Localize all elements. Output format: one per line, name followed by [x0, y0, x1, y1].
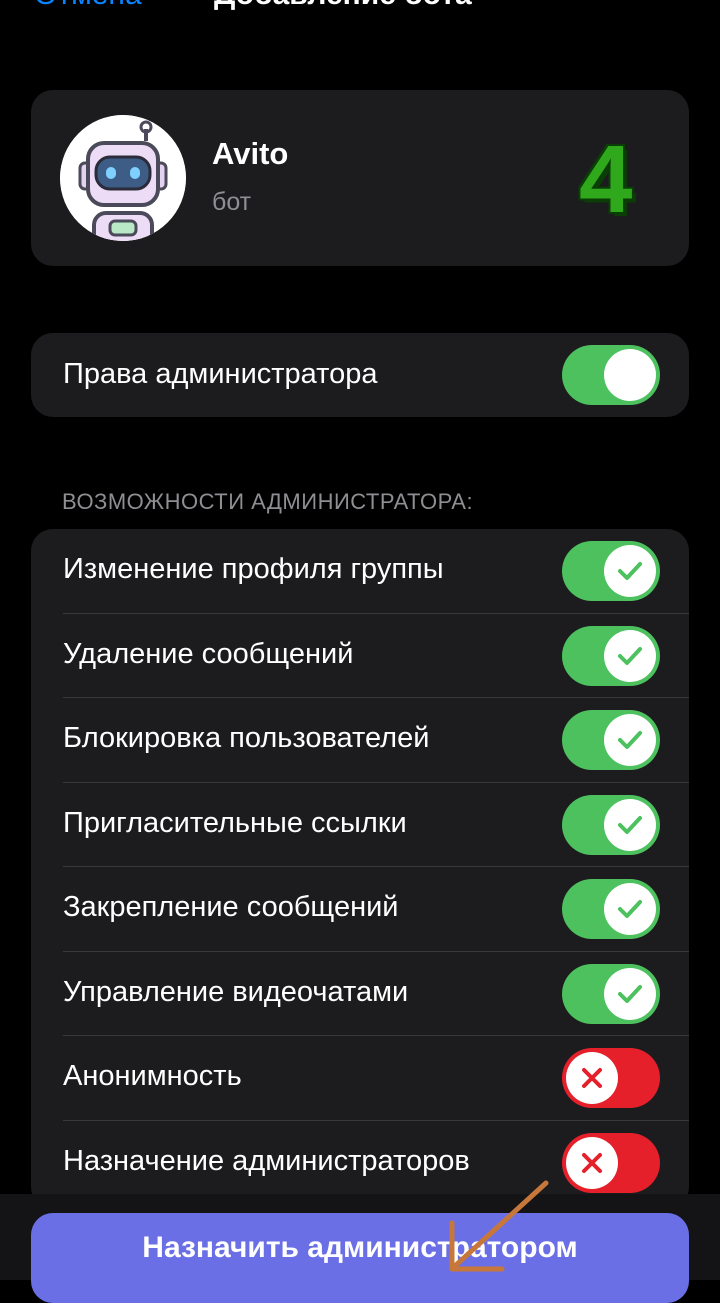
permission-row: Пригласительные ссылки — [31, 783, 689, 867]
permissions-list: Изменение профиля группы Удаление сообще… — [31, 529, 689, 1209]
nav-title: Добавление бота — [214, 0, 472, 12]
permission-toggle[interactable] — [562, 1048, 660, 1108]
bot-profile-card: Avito бот 4 — [31, 90, 689, 266]
admin-rights-row: Права администратора — [31, 333, 689, 417]
bot-subtitle: бот — [212, 188, 252, 216]
permission-label: Назначение администраторов — [63, 1144, 470, 1177]
permission-label: Закрепление сообщений — [63, 891, 399, 923]
permission-label: Пригласительные ссылки — [63, 806, 407, 839]
assign-admin-button[interactable]: Назначить администратором — [31, 1213, 689, 1303]
permission-label: Блокировка пользователей — [63, 722, 430, 754]
permission-label: Управление видеочатами — [63, 975, 409, 1008]
permission-label: Анонимность — [63, 1060, 242, 1092]
permission-row: Изменение профиля группы — [31, 529, 689, 614]
assign-admin-label: Назначить администратором — [142, 1231, 578, 1264]
annotation-arrow-icon — [449, 1180, 549, 1272]
checkmark-icon — [618, 646, 642, 665]
checkmark-icon — [618, 900, 642, 918]
permission-row: Удаление сообщений — [31, 614, 689, 698]
permission-toggle[interactable] — [562, 794, 660, 855]
navigation-bar: Отмена Добавление бота — [0, 0, 720, 40]
cross-icon — [582, 1152, 602, 1173]
annotation-number: 4 — [579, 126, 633, 233]
permission-toggle[interactable] — [562, 879, 660, 939]
permission-label: Удаление сообщений — [63, 637, 354, 670]
admin-rights-toggle[interactable] — [562, 345, 660, 405]
checkmark-icon — [618, 562, 642, 580]
permission-toggle[interactable] — [562, 1132, 660, 1193]
permission-toggle[interactable] — [562, 541, 660, 601]
checkmark-icon — [618, 815, 642, 834]
robot-avatar-icon — [60, 115, 186, 241]
cross-icon — [582, 1068, 602, 1088]
permission-toggle[interactable] — [562, 710, 660, 770]
permission-row: Анонимность — [31, 1036, 689, 1121]
permission-toggle[interactable] — [562, 963, 660, 1024]
cancel-button[interactable]: Отмена — [34, 0, 142, 12]
checkmark-icon — [618, 984, 642, 1003]
checkmark-icon — [618, 731, 642, 749]
permission-row: Назначение администраторов — [31, 1121, 689, 1206]
bot-name: Avito — [212, 136, 289, 171]
permission-toggle[interactable] — [562, 625, 660, 686]
permission-row: Блокировка пользователей — [31, 698, 689, 783]
toggle-knob — [604, 349, 656, 401]
permission-row: Закрепление сообщений — [31, 867, 689, 952]
section-header: ВОЗМОЖНОСТИ АДМИНИСТРАТОРА: — [62, 489, 474, 514]
permission-row: Управление видеочатами — [31, 952, 689, 1036]
permission-label: Изменение профиля группы — [63, 553, 444, 585]
admin-rights-label: Права администратора — [63, 358, 378, 390]
